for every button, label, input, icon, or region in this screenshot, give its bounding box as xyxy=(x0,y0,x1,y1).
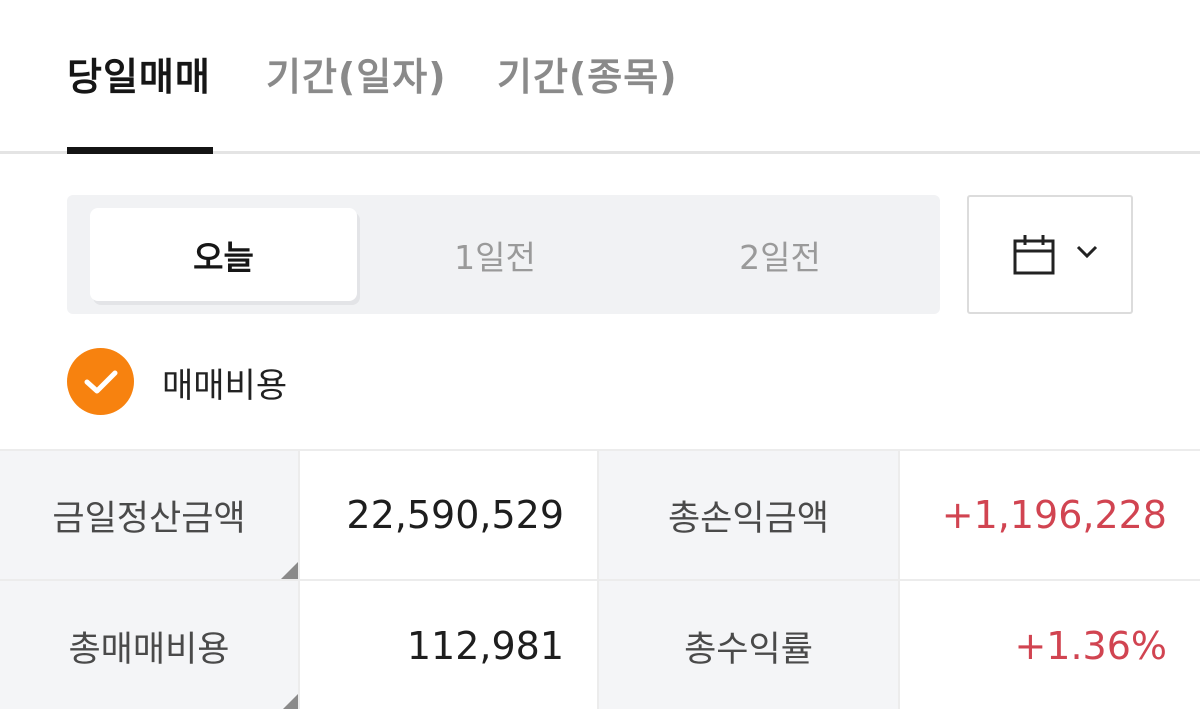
calendar-icon xyxy=(1013,235,1055,275)
trading-fee-label[interactable]: 매매비용 xyxy=(162,358,287,407)
settlement-amount-value: 22,590,529 xyxy=(300,451,597,579)
tooltip-corner-indicator xyxy=(281,562,298,579)
day-option-today[interactable]: 오늘 xyxy=(90,208,357,301)
tab-period-by-stock[interactable]: 기간(종목) xyxy=(497,46,678,106)
period-tabs: 당일매매 기간(일자) 기간(종목) xyxy=(0,0,1200,155)
day-selector: 오늘 1일전 2일전 xyxy=(67,195,940,314)
tab-today-trades[interactable]: 당일매매 xyxy=(67,46,211,106)
row-divider xyxy=(0,579,1200,581)
total-pl-label: 총손익금액 xyxy=(599,451,898,579)
day-option-1-day-ago[interactable]: 1일전 xyxy=(362,208,628,301)
column-divider xyxy=(898,451,900,709)
tooltip-corner-indicator xyxy=(281,694,298,709)
total-pl-value: +1,196,228 xyxy=(900,451,1200,579)
return-rate-label: 총수익률 xyxy=(599,581,898,709)
checkmark-icon xyxy=(84,370,117,393)
return-rate-value: +1.36% xyxy=(900,581,1200,709)
trading-fee-checkbox[interactable] xyxy=(67,348,134,415)
tab-period-by-date[interactable]: 기간(일자) xyxy=(266,46,447,106)
chevron-down-icon xyxy=(1076,245,1098,259)
total-fee-label[interactable]: 총매매비용 xyxy=(0,581,298,709)
column-divider xyxy=(298,451,300,709)
summary-table: 금일정산금액 22,590,529 총손익금액 +1,196,228 총매매비용… xyxy=(0,449,1200,709)
calendar-dropdown-button[interactable] xyxy=(967,195,1133,314)
trade-summary-page: 당일매매 기간(일자) 기간(종목) 오늘 1일전 2일전 매매비용 금일정산금… xyxy=(0,0,1200,709)
active-tab-indicator xyxy=(67,147,213,154)
day-option-2-days-ago[interactable]: 2일전 xyxy=(647,208,913,301)
column-divider xyxy=(597,451,599,709)
settlement-amount-label[interactable]: 금일정산금액 xyxy=(0,451,298,579)
total-fee-value: 112,981 xyxy=(300,581,597,709)
